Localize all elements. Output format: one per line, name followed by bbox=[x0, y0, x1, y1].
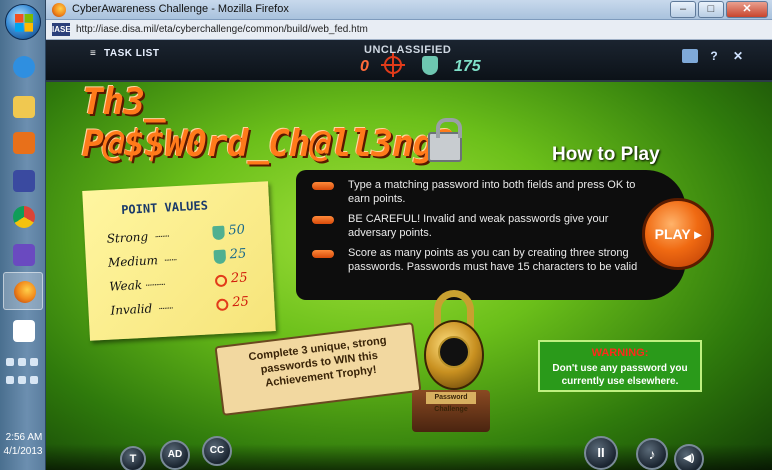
point-values-title: POINT VALUES bbox=[120, 198, 209, 217]
start-button[interactable] bbox=[5, 4, 41, 40]
warning-title: WARNING: bbox=[591, 347, 649, 359]
game-top-bar: ≡ TASK LIST UNCLASSIFIED 0 175 ? ✕ bbox=[46, 40, 772, 82]
flag-icon[interactable] bbox=[18, 358, 26, 366]
point-dots: ........... bbox=[144, 276, 165, 289]
target-icon bbox=[381, 53, 405, 77]
notification-icon[interactable] bbox=[30, 376, 38, 384]
point-value-medium: 25 bbox=[229, 246, 247, 263]
point-dots: ....... bbox=[163, 252, 177, 264]
point-value-weak: 25 bbox=[230, 270, 248, 287]
bullet-icon bbox=[312, 182, 334, 190]
player-score: 175 bbox=[454, 58, 481, 75]
target-icon bbox=[216, 298, 229, 312]
firefox-icon bbox=[14, 281, 36, 303]
point-values-note: POINT VALUES Strong ........ 50 Medium .… bbox=[82, 181, 276, 341]
instruction-2: BE CAREFUL! Invalid and weak passwords g… bbox=[348, 213, 609, 239]
ribbon-text: Complete 3 unique, strong passwords to W… bbox=[247, 334, 388, 390]
address-bar[interactable]: IASE http://iase.disa.mil/eta/cyberchall… bbox=[46, 20, 772, 40]
game-title: Th3_ P@$$W0rd_Ch@ll3ng3 bbox=[82, 82, 455, 166]
game-area: ≡ TASK LIST UNCLASSIFIED 0 175 ? ✕ Th3_ … bbox=[46, 40, 772, 470]
playing-card-icon bbox=[13, 320, 35, 342]
stellarium-icon bbox=[13, 170, 35, 192]
bullet-icon bbox=[312, 216, 334, 224]
warning-text: Don't use any password you currently use… bbox=[552, 363, 688, 387]
firefox-logo-icon bbox=[52, 3, 66, 17]
padlock-icon bbox=[428, 118, 462, 162]
adversary-score: 0 bbox=[360, 58, 369, 75]
point-dots: ........ bbox=[158, 300, 173, 313]
achievement-ribbon: Complete 3 unique, strong passwords to W… bbox=[214, 322, 422, 416]
shield-icon bbox=[422, 56, 438, 75]
music-toggle-button[interactable]: ♪ bbox=[636, 438, 668, 470]
minimize-button[interactable]: – bbox=[670, 1, 696, 18]
instruction-3: Score as many points as you can by creat… bbox=[348, 247, 638, 273]
point-label-strong: Strong bbox=[106, 229, 149, 246]
menu-icon[interactable]: ≡ bbox=[90, 48, 96, 59]
how-to-play-heading: How to Play bbox=[552, 144, 660, 165]
shield-icon bbox=[212, 225, 225, 241]
point-value-strong: 50 bbox=[228, 222, 246, 239]
warning-box: WARNING: Don't use any password you curr… bbox=[538, 340, 702, 392]
help-icon[interactable]: ? bbox=[706, 49, 722, 63]
maximize-button[interactable]: □ bbox=[698, 1, 724, 18]
screen: 2:56 AM 4/1/2013 CyberAwareness Challeng… bbox=[0, 0, 772, 470]
classification-label: UNCLASSIFIED bbox=[364, 44, 452, 56]
url-text[interactable]: http://iase.disa.mil/eta/cyberchallenge/… bbox=[76, 24, 368, 35]
point-dots: ........ bbox=[154, 228, 170, 241]
window-titlebar: CyberAwareness Challenge - Mozilla Firef… bbox=[46, 0, 772, 20]
windows-logo-icon bbox=[15, 14, 33, 32]
media-player-icon bbox=[13, 132, 35, 154]
clock-date[interactable]: 4/1/2013 bbox=[0, 446, 46, 457]
trophy-plate: Password Challenge bbox=[426, 392, 476, 413]
close-icon[interactable]: ✕ bbox=[730, 49, 746, 63]
combination-dial-icon bbox=[438, 336, 470, 368]
taskbar-chrome[interactable] bbox=[3, 198, 43, 236]
audio-description-button[interactable]: AD bbox=[160, 440, 190, 470]
target-icon bbox=[214, 274, 228, 288]
taskbar-media-player[interactable] bbox=[3, 124, 43, 162]
play-button[interactable]: PLAY ▸ bbox=[642, 198, 714, 270]
point-label-invalid: Invalid bbox=[110, 301, 153, 318]
taskbar-internet-explorer[interactable] bbox=[3, 48, 43, 86]
closed-captions-button[interactable]: CC bbox=[202, 436, 232, 466]
clock-time[interactable]: 2:56 AM bbox=[2, 432, 46, 443]
signal-bars-icon[interactable] bbox=[6, 376, 14, 384]
taskbar-firefox[interactable] bbox=[3, 272, 43, 310]
point-label-weak: Weak bbox=[108, 277, 143, 294]
taskbar-app-launcher[interactable] bbox=[3, 236, 43, 274]
folder-icon bbox=[13, 96, 35, 118]
app-launcher-icon bbox=[13, 244, 35, 266]
close-button[interactable]: ✕ bbox=[726, 1, 768, 18]
folder-icon[interactable] bbox=[682, 49, 698, 63]
point-label-medium: Medium bbox=[107, 253, 159, 270]
windows-taskbar: 2:56 AM 4/1/2013 bbox=[0, 0, 46, 470]
task-list-button[interactable]: TASK LIST bbox=[104, 48, 159, 59]
site-favicon-icon: IASE bbox=[52, 23, 71, 36]
pause-button[interactable]: II bbox=[584, 436, 618, 470]
transcript-button[interactable]: T bbox=[120, 446, 146, 470]
shield-icon bbox=[213, 249, 227, 265]
chrome-icon bbox=[13, 206, 35, 228]
internet-explorer-icon bbox=[13, 56, 35, 78]
system-tray bbox=[4, 352, 42, 416]
bullet-icon bbox=[312, 250, 334, 258]
taskbar-file-explorer[interactable] bbox=[3, 88, 43, 126]
game-title-line1: Th3_ bbox=[82, 82, 166, 123]
taskbar-stellarium[interactable] bbox=[3, 162, 43, 200]
volume-button[interactable]: ◀) bbox=[674, 444, 704, 470]
window-title: CyberAwareness Challenge - Mozilla Firef… bbox=[72, 3, 289, 15]
instruction-1: Type a matching password into both field… bbox=[348, 179, 636, 205]
volume-icon[interactable] bbox=[18, 376, 26, 384]
show-hidden-icons-icon[interactable] bbox=[6, 358, 14, 366]
game-title-line2: P@$$W0rd_Ch@ll3ng3 bbox=[82, 124, 455, 165]
instructions-panel: Type a matching password into both field… bbox=[296, 170, 686, 300]
network-icon[interactable] bbox=[30, 358, 38, 366]
taskbar-solitaire[interactable] bbox=[3, 312, 43, 350]
point-value-invalid: 25 bbox=[231, 294, 250, 311]
